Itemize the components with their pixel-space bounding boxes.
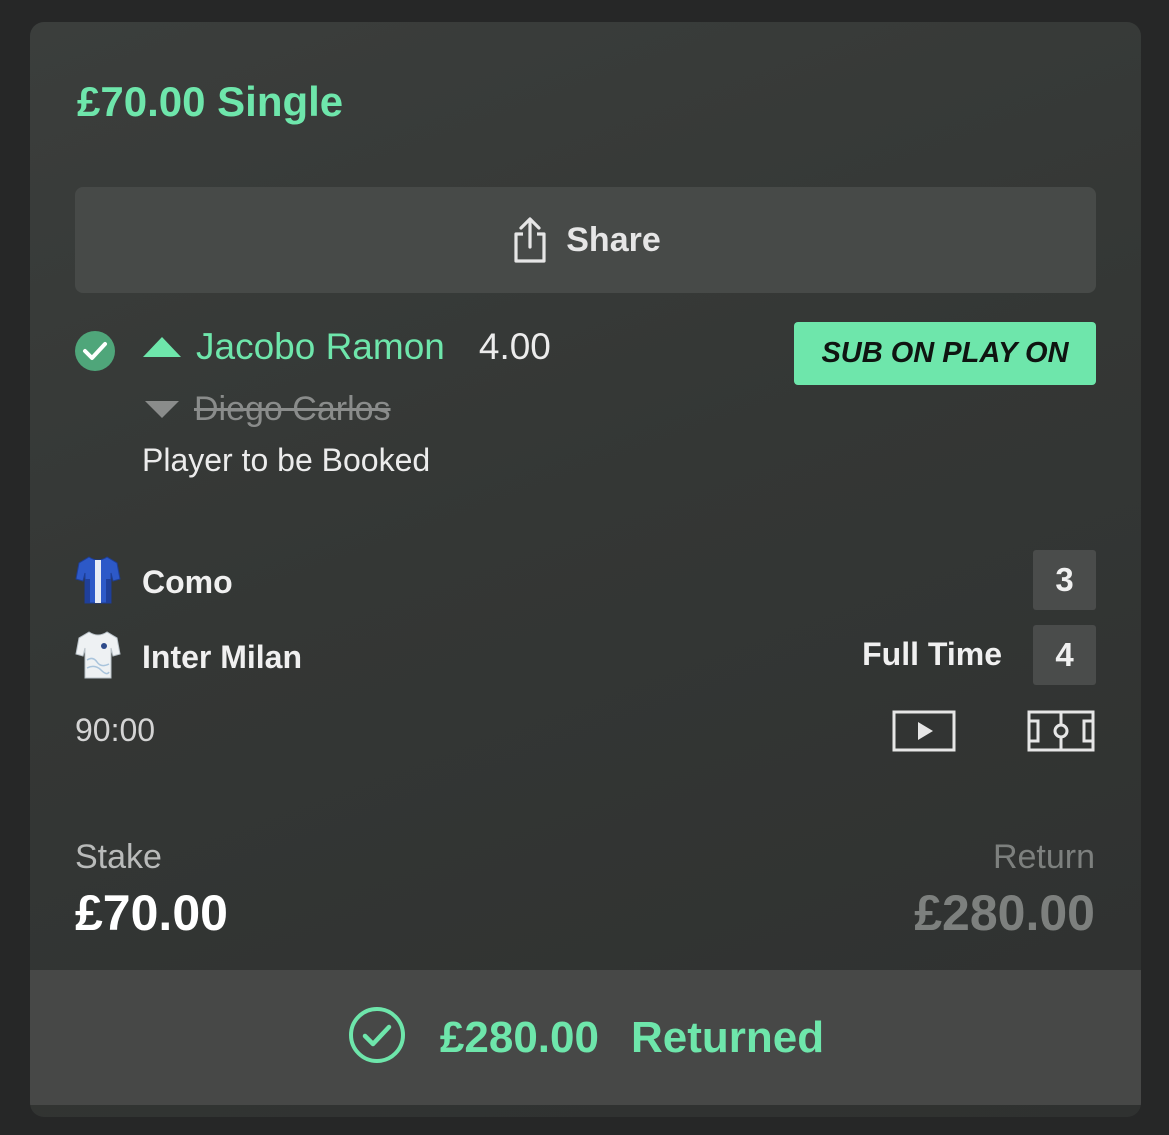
home-team-name: Como	[142, 564, 233, 600]
arrow-down-icon	[145, 401, 179, 418]
home-score: 3	[1033, 550, 1096, 610]
player-in: Jacobo Ramon	[196, 326, 445, 367]
returned-status: Returned	[630, 1012, 825, 1062]
player-out: Diego Carlos	[194, 390, 391, 428]
bet-card: £70.00 Single Share Jacobo Ramon 4.00 Di…	[30, 22, 1141, 1117]
return-label: Return	[992, 838, 1095, 876]
share-label: Share	[566, 220, 661, 259]
returned-check-icon	[347, 1005, 407, 1070]
check-icon	[75, 331, 115, 371]
away-score: 4	[1033, 625, 1096, 685]
return-value: £280.00	[914, 885, 1095, 941]
home-team-row: Como	[75, 555, 233, 610]
share-button[interactable]: Share	[75, 187, 1096, 293]
arrow-up-icon	[143, 337, 181, 357]
bet-title: £70.00 Single	[77, 78, 344, 125]
away-kit-icon	[75, 630, 121, 685]
market-name: Player to be Booked	[142, 442, 431, 478]
stake-label: Stake	[75, 838, 162, 876]
away-team-name: Inter Milan	[142, 639, 303, 675]
returned-amount: £280.00	[439, 1012, 599, 1062]
selection-row: Jacobo Ramon 4.00	[143, 326, 551, 368]
returned-footer: £280.00 Returned	[30, 970, 1141, 1105]
home-kit-icon	[75, 555, 121, 610]
video-icon[interactable]	[892, 710, 956, 757]
sub-on-play-on-badge: SUB ON PLAY ON	[794, 322, 1096, 385]
match-status: Full Time	[862, 636, 1002, 672]
share-icon	[510, 216, 550, 264]
stake-value: £70.00	[75, 885, 228, 941]
substituted-row: Diego Carlos	[145, 390, 391, 429]
away-team-row: Inter Milan	[75, 630, 302, 685]
match-clock: 90:00	[75, 712, 156, 748]
pitch-icon[interactable]	[1027, 710, 1095, 757]
odds: 4.00	[478, 326, 551, 367]
